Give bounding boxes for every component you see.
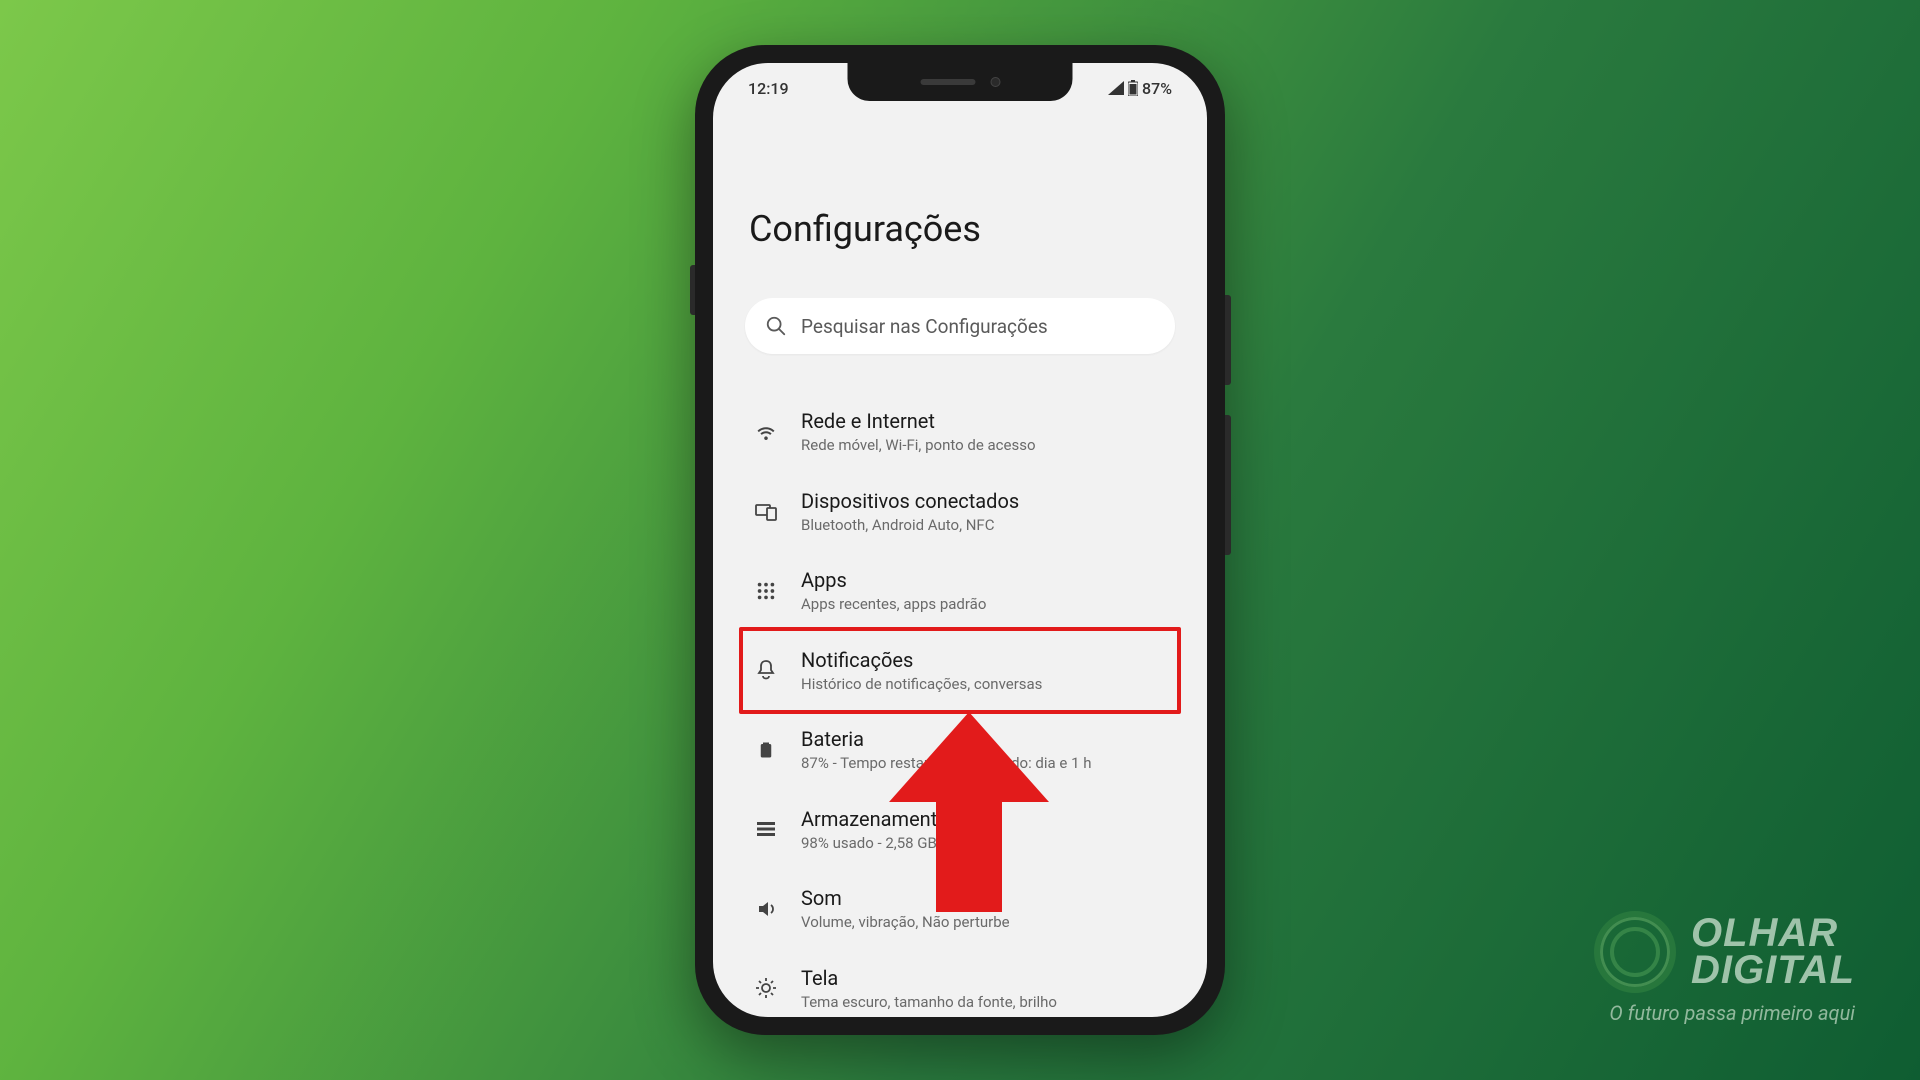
phone-notch (848, 63, 1073, 101)
setting-item-storage[interactable]: Armazenamento98% usado - 2,58 GB livre(s… (745, 790, 1175, 870)
setting-title: Apps (801, 567, 1167, 593)
watermark: OLHAR DIGITAL O futuro passa primeiro aq… (1594, 911, 1855, 1025)
bell-icon (753, 657, 779, 683)
watermark-line2: DIGITAL (1691, 952, 1855, 989)
setting-subtitle: 87% - Tempo restante aproximado: dia e 1… (801, 754, 1167, 774)
display-icon (753, 975, 779, 1001)
phone-screen: 12:19 87% Configurações P (713, 63, 1207, 1017)
setting-subtitle: Apps recentes, apps padrão (801, 595, 1167, 615)
search-icon (765, 315, 787, 337)
devices-icon (753, 498, 779, 524)
wifi-icon (753, 419, 779, 445)
sound-icon (753, 896, 779, 922)
watermark-logo-icon (1594, 911, 1676, 993)
setting-item-sound[interactable]: SomVolume, vibração, Não perturbe (745, 869, 1175, 949)
setting-item-display[interactable]: TelaTema escuro, tamanho da fonte, brilh… (745, 949, 1175, 1018)
watermark-tagline: O futuro passa primeiro aqui (1609, 1001, 1855, 1025)
battery-icon (1128, 80, 1138, 96)
setting-title: Bateria (801, 726, 1167, 752)
setting-item-battery[interactable]: Bateria87% - Tempo restante aproximado: … (745, 710, 1175, 790)
storage-icon (753, 816, 779, 842)
setting-subtitle: Tema escuro, tamanho da fonte, brilho (801, 993, 1167, 1013)
setting-item-bell[interactable]: NotificaçõesHistórico de notificações, c… (745, 631, 1175, 711)
apps-icon (753, 578, 779, 604)
setting-title: Tela (801, 965, 1167, 991)
setting-title: Dispositivos conectados (801, 488, 1167, 514)
battery-icon (753, 737, 779, 763)
status-time: 12:19 (748, 79, 789, 98)
setting-item-wifi[interactable]: Rede e InternetRede móvel, Wi-Fi, ponto … (745, 392, 1175, 472)
setting-subtitle: Rede móvel, Wi-Fi, ponto de acesso (801, 436, 1167, 456)
setting-subtitle: Volume, vibração, Não perturbe (801, 913, 1167, 933)
signal-icon (1108, 81, 1124, 95)
watermark-line1: OLHAR (1691, 915, 1855, 952)
setting-subtitle: Histórico de notificações, conversas (801, 675, 1167, 695)
setting-title: Armazenamento (801, 806, 1167, 832)
phone-frame: 12:19 87% Configurações P (695, 45, 1225, 1035)
page-title: Configurações (745, 208, 1175, 250)
search-input[interactable]: Pesquisar nas Configurações (745, 298, 1175, 354)
status-battery: 87% (1142, 79, 1172, 98)
setting-subtitle: Bluetooth, Android Auto, NFC (801, 516, 1167, 536)
settings-list: Rede e InternetRede móvel, Wi-Fi, ponto … (745, 392, 1175, 1017)
setting-title: Notificações (801, 647, 1167, 673)
setting-item-apps[interactable]: AppsApps recentes, apps padrão (745, 551, 1175, 631)
setting-title: Som (801, 885, 1167, 911)
setting-item-devices[interactable]: Dispositivos conectadosBluetooth, Androi… (745, 472, 1175, 552)
setting-subtitle: 98% usado - 2,58 GB livre(s) (801, 834, 1167, 854)
search-placeholder: Pesquisar nas Configurações (801, 315, 1048, 338)
setting-title: Rede e Internet (801, 408, 1167, 434)
